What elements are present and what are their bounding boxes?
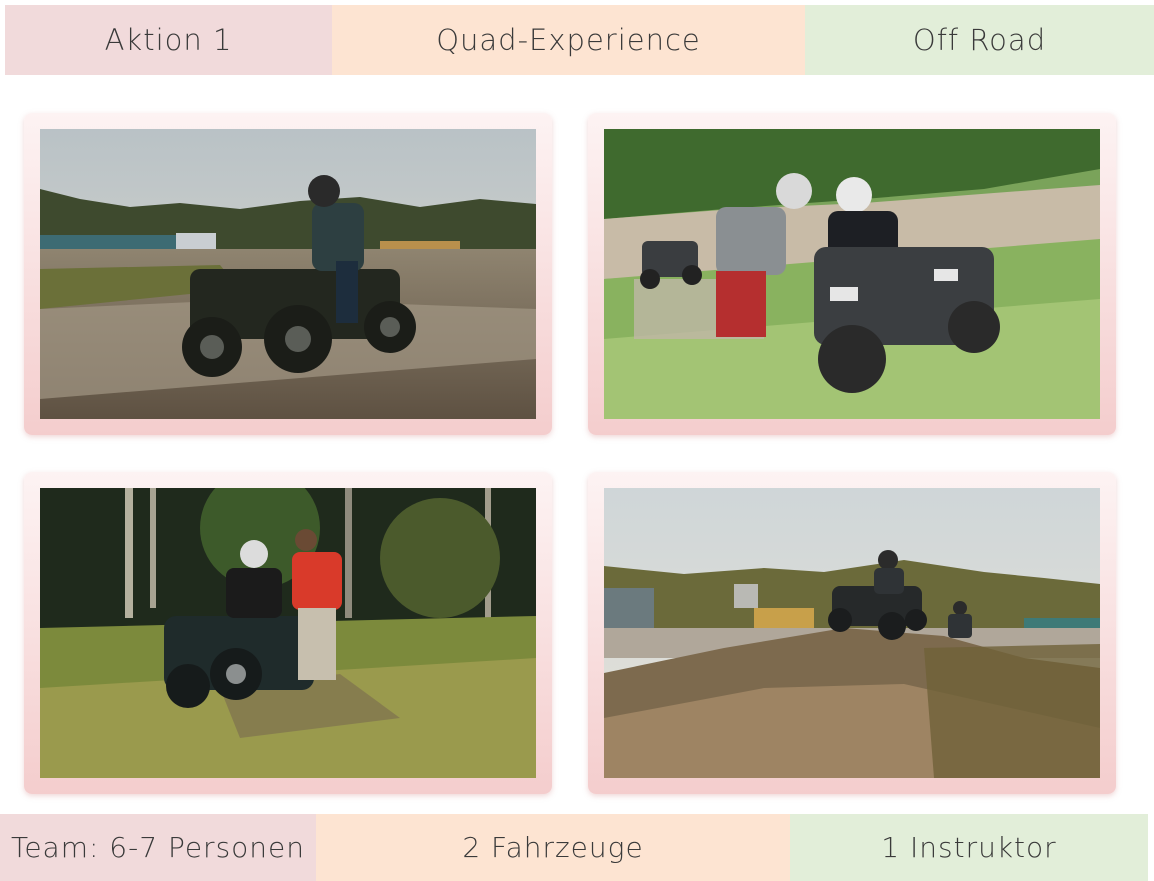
header-band: Aktion 1 Quad-Experience Off Road (5, 5, 1154, 75)
category-label: Off Road (805, 5, 1154, 75)
photo-card-3 (24, 472, 552, 794)
team-size-label: Team: 6-7 Personen (0, 814, 316, 881)
instructor-count-label: 1 Instruktor (790, 814, 1148, 881)
quad-rider-dirt-track-photo (40, 129, 536, 419)
photo-card-1 (24, 113, 552, 435)
photo-card-4 (588, 472, 1116, 794)
action-label: Aktion 1 (5, 5, 332, 75)
page-title: Quad-Experience (332, 5, 805, 75)
vehicle-count-label: 2 Fahrzeuge (316, 814, 790, 881)
quad-in-forest-meadow-photo (40, 488, 536, 778)
photo-card-2 (588, 113, 1116, 435)
instructor-helping-quad-rider-photo (604, 129, 1100, 419)
info-band: Team: 6-7 Personen 2 Fahrzeuge 1 Instruk… (0, 814, 1148, 881)
quad-on-dirt-mound-photo (604, 488, 1100, 778)
